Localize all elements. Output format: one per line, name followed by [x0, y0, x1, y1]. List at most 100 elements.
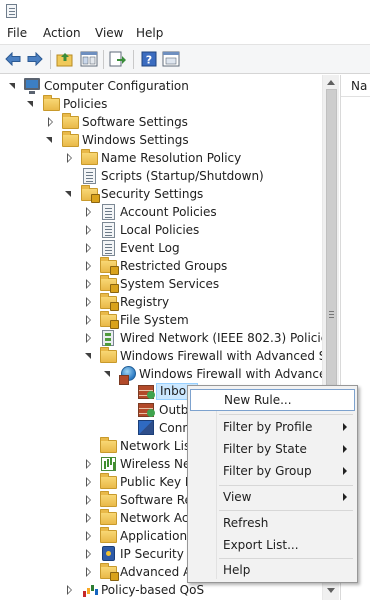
expand-toggle[interactable]	[84, 549, 93, 559]
expand-toggle[interactable]	[84, 531, 93, 541]
qos-chart-icon	[82, 583, 97, 597]
menu-action[interactable]: Action	[43, 25, 81, 41]
outbound-rules-icon	[138, 403, 155, 417]
menu-help[interactable]: Help	[136, 25, 163, 41]
expand-toggle[interactable]	[84, 351, 93, 361]
menu-item-help[interactable]: Help	[190, 559, 355, 581]
tree-item-scripts[interactable]: Scripts (Startup/Shutdown)	[0, 167, 322, 185]
tree-item-label: Windows Settings	[82, 133, 189, 147]
properties-icon[interactable]	[161, 50, 181, 68]
tree-item-wired-network[interactable]: Wired Network (IEEE 802.3) Policies	[0, 329, 322, 347]
tree-item-restricted-groups[interactable]: Restricted Groups	[0, 257, 322, 275]
help-icon[interactable]: ?	[139, 50, 159, 68]
toolbar: ?	[0, 44, 370, 74]
tree-item-software-settings[interactable]: Software Settings	[0, 113, 322, 131]
tree-item-computer-configuration[interactable]: Computer Configuration	[0, 77, 322, 95]
scroll-up-icon[interactable]	[327, 80, 335, 85]
tree-item-label: Local Policies	[120, 223, 200, 237]
expand-toggle[interactable]	[65, 585, 74, 595]
menu-item-label: Filter by State	[223, 442, 307, 456]
expand-toggle[interactable]	[84, 495, 93, 505]
tree-item-label: File System	[120, 313, 189, 327]
menu-view[interactable]: View	[95, 25, 123, 41]
menu-item-new-rule[interactable]: New Rule...	[190, 389, 355, 411]
locked-folder-icon	[100, 257, 119, 275]
expand-toggle[interactable]	[26, 99, 35, 109]
menu-file[interactable]: File	[7, 25, 27, 41]
policy-document-icon	[102, 204, 115, 220]
tree-item-security-settings[interactable]: Security Settings	[0, 185, 322, 203]
title-bar	[0, 0, 370, 22]
toolbar-separator	[103, 50, 104, 69]
tree-item-label: Account Policies	[120, 205, 217, 219]
expand-toggle[interactable]	[84, 207, 93, 217]
column-header-name[interactable]: Na	[341, 75, 370, 97]
expand-toggle[interactable]	[84, 333, 93, 343]
wired-network-icon	[102, 330, 114, 346]
folder-icon	[43, 95, 60, 111]
expand-toggle[interactable]	[64, 189, 73, 199]
menu-item-filter-by-state[interactable]: Filter by State	[190, 438, 355, 460]
tree-item-windows-settings[interactable]: Windows Settings	[0, 131, 322, 149]
menu-item-filter-by-group[interactable]: Filter by Group	[190, 460, 355, 482]
submenu-arrow-icon	[343, 493, 347, 501]
forward-arrow-icon[interactable]	[25, 50, 45, 68]
tree-item-policy-based-qos[interactable]: Policy-based QoS	[0, 581, 322, 599]
tree-item-policies[interactable]: Policies	[0, 95, 322, 113]
up-folder-icon[interactable]	[55, 50, 75, 68]
expand-toggle[interactable]	[84, 459, 93, 469]
tree-item-label: Wired Network (IEEE 802.3) Policies	[120, 331, 322, 345]
tree-item-local-policies[interactable]: Local Policies	[0, 221, 322, 239]
tree-item-windows-firewall[interactable]: Windows Firewall with Advanced Secu	[0, 347, 322, 365]
folder-icon	[81, 149, 98, 165]
folder-icon	[100, 509, 117, 525]
folder-icon	[100, 437, 117, 453]
locked-folder-icon	[100, 311, 119, 329]
scroll-grip-icon	[329, 311, 334, 312]
folder-icon	[100, 347, 117, 363]
tree-item-name-resolution-policy[interactable]: Name Resolution Policy	[0, 149, 322, 167]
svg-text:?: ?	[146, 54, 152, 67]
tree-item-label: Restricted Groups	[120, 259, 228, 273]
expand-toggle[interactable]	[84, 315, 93, 325]
expand-toggle[interactable]	[84, 243, 93, 253]
menu-item-export-list[interactable]: Export List...	[190, 534, 355, 556]
tree-item-windows-firewall-node[interactable]: Windows Firewall with Advanced S	[0, 365, 322, 385]
tree-item-registry[interactable]: Registry	[0, 293, 322, 311]
back-arrow-icon[interactable]	[3, 50, 23, 68]
expand-toggle[interactable]	[84, 279, 93, 289]
tree-item-file-system[interactable]: File System	[0, 311, 322, 329]
expand-toggle[interactable]	[84, 567, 93, 577]
submenu-arrow-icon	[343, 467, 347, 475]
tree-item-label: Scripts (Startup/Shutdown)	[101, 169, 264, 183]
expand-toggle[interactable]	[45, 135, 54, 145]
expand-toggle[interactable]	[84, 261, 93, 271]
menu-item-view[interactable]: View	[190, 486, 355, 508]
expand-toggle[interactable]	[84, 297, 93, 307]
expand-toggle[interactable]	[103, 369, 112, 379]
console-tree-icon[interactable]	[79, 50, 99, 68]
tree-item-label: Computer Configuration	[44, 79, 189, 93]
menu-item-filter-by-profile[interactable]: Filter by Profile	[190, 416, 355, 438]
tree-item-account-policies[interactable]: Account Policies	[0, 203, 322, 221]
expand-toggle[interactable]	[84, 477, 93, 487]
tree-item-event-log[interactable]: Event Log	[0, 239, 322, 257]
expand-toggle[interactable]	[46, 117, 55, 127]
expand-toggle[interactable]	[65, 153, 74, 163]
script-document-icon	[83, 168, 96, 184]
locked-folder-icon	[100, 293, 119, 311]
folder-icon	[62, 131, 79, 147]
export-list-icon[interactable]	[108, 50, 128, 68]
locked-folder-icon	[100, 275, 119, 293]
scroll-down-icon[interactable]	[327, 588, 335, 593]
expand-toggle[interactable]	[84, 513, 93, 523]
expand-toggle[interactable]	[84, 225, 93, 235]
tree-item-label: System Services	[120, 277, 220, 291]
tree-item-label: Conn	[159, 421, 190, 435]
tree-item-label: Policies	[63, 97, 108, 111]
tree-item-system-services[interactable]: System Services	[0, 275, 322, 293]
expand-toggle[interactable]	[8, 81, 17, 91]
tree-item-label: Security Settings	[101, 187, 204, 201]
menu-item-refresh[interactable]: Refresh	[190, 512, 355, 534]
event-log-icon	[102, 240, 115, 256]
